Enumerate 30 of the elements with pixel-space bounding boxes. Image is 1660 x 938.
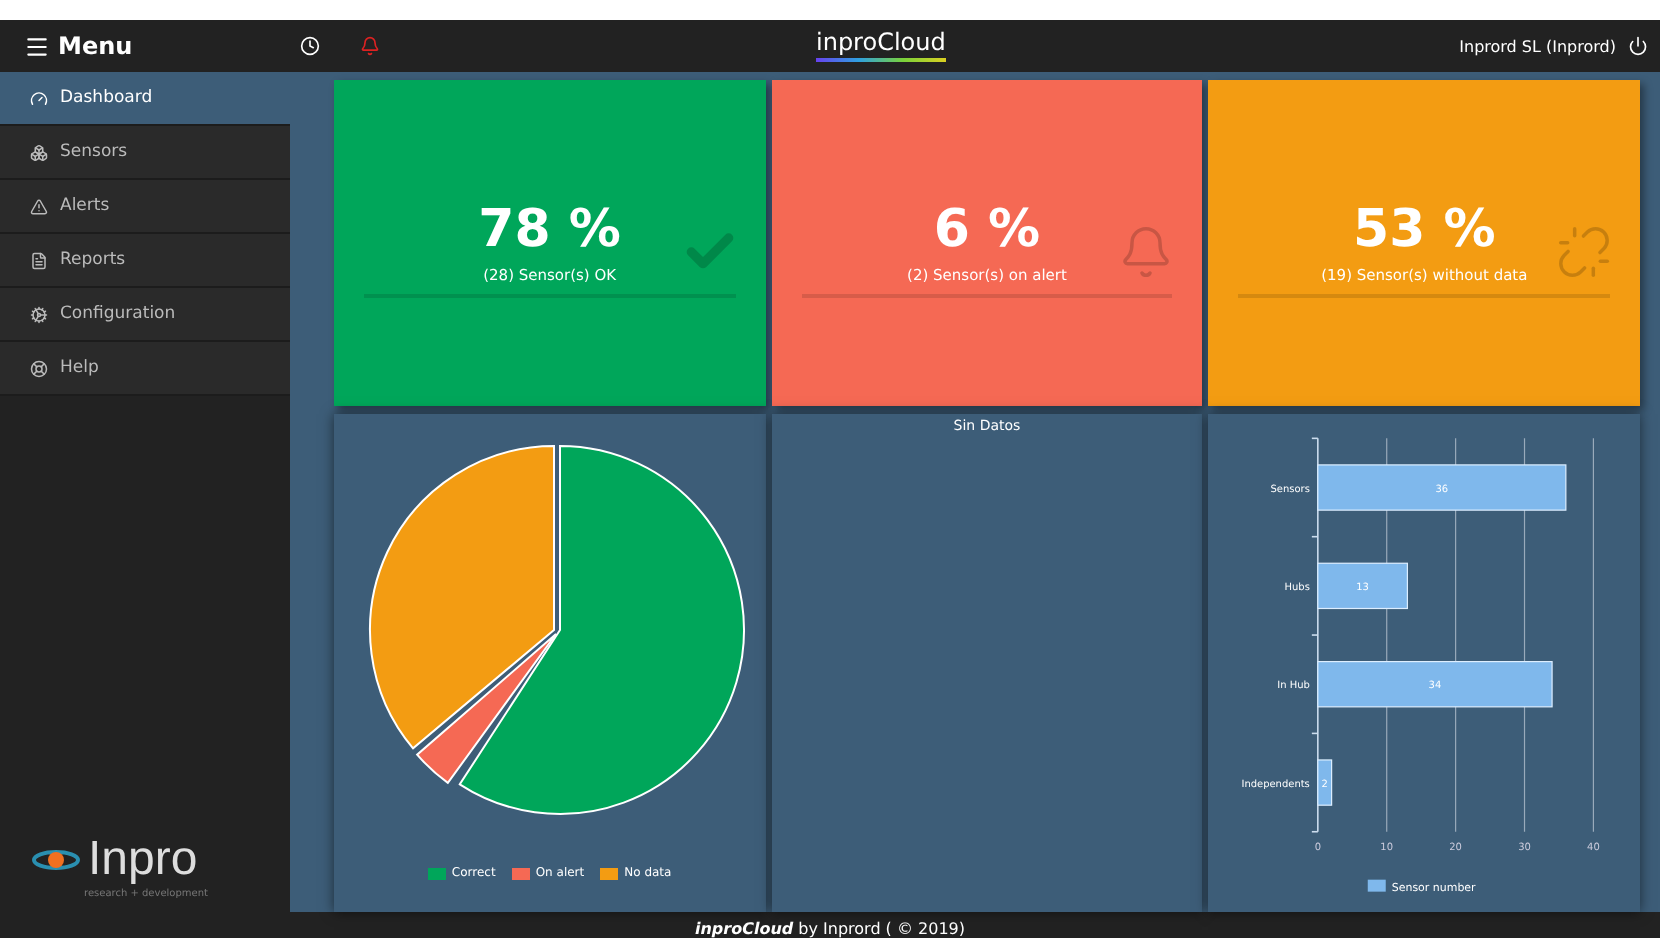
sidebar-item[interactable]: Dashboard [0, 72, 290, 126]
stat-value: 78 % [478, 200, 621, 260]
footer-text: inproCloud by Inprord ( © 2019) [694, 920, 965, 938]
lifebuoy-icon [30, 359, 48, 377]
stat-value: 53 % [1353, 200, 1496, 260]
user-name: Inprord SL (Inprord) [1459, 37, 1616, 55]
document-icon [30, 251, 48, 269]
menu-icon [24, 33, 50, 59]
boxes-icon [30, 143, 48, 161]
bar [1317, 562, 1409, 610]
sidebar-item[interactable]: Sensors [0, 126, 290, 180]
power-icon[interactable] [1628, 36, 1648, 56]
sidebar-item[interactable]: Help [0, 342, 290, 396]
sidebar-item[interactable]: Alerts [0, 180, 290, 234]
broken-link-icon [1556, 224, 1612, 280]
warning-icon [30, 197, 48, 215]
logo-text: Inpro [88, 832, 198, 888]
gauge-icon [30, 89, 48, 107]
bar [1317, 759, 1333, 806]
bell-icon[interactable] [360, 36, 380, 56]
sidebar-item[interactable]: Configuration [0, 288, 290, 342]
bell-icon [1118, 224, 1175, 280]
brand-title: inproCloud [816, 30, 946, 62]
clock-icon[interactable] [300, 36, 320, 56]
gear-icon [30, 305, 48, 323]
menu-button[interactable]: Menu [24, 32, 300, 60]
sidebar-item[interactable]: Reports [0, 234, 290, 288]
legend-swatch [1368, 879, 1387, 892]
stat-value: 6 % [933, 200, 1041, 260]
logo-icon [32, 846, 80, 874]
